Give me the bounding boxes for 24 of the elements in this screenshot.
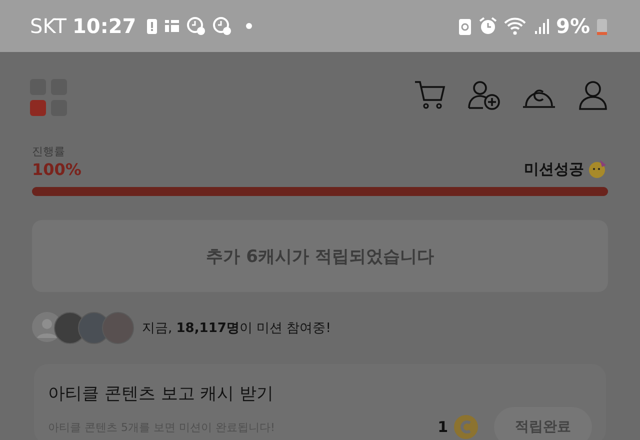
mission-result: 미션성공 [524, 160, 584, 178]
signal-icon [534, 17, 550, 35]
clock-time: 10:27 [72, 14, 136, 38]
alarm-icon [478, 16, 498, 36]
layout-icon [164, 18, 180, 34]
user-icon[interactable] [578, 80, 608, 110]
battery-saver-icon [458, 16, 472, 36]
add-user-icon[interactable] [468, 80, 500, 110]
wifi-icon [504, 17, 528, 35]
cart-icon[interactable] [414, 80, 446, 110]
progress-value: 100% [32, 160, 82, 178]
mission-title: 아티클 콘텐츠 보고 캐시 받기 [48, 383, 275, 405]
party-face-icon [588, 159, 608, 179]
battery-percent: 9% [556, 14, 590, 38]
battery-alert-icon [146, 17, 158, 35]
carrier-label: SKT [30, 14, 66, 38]
battery-low-icon [596, 16, 608, 36]
notification-dot-icon [246, 23, 252, 29]
avatar [102, 312, 134, 344]
clock-icon [212, 16, 232, 36]
participants-text: 지금, 18,117명이 미션 참여중! [142, 320, 331, 337]
notice-text: 추가 6캐시가 적립되었습니다 [32, 220, 608, 292]
reward-amount: 1 [438, 418, 448, 436]
clock-icon [186, 16, 206, 36]
